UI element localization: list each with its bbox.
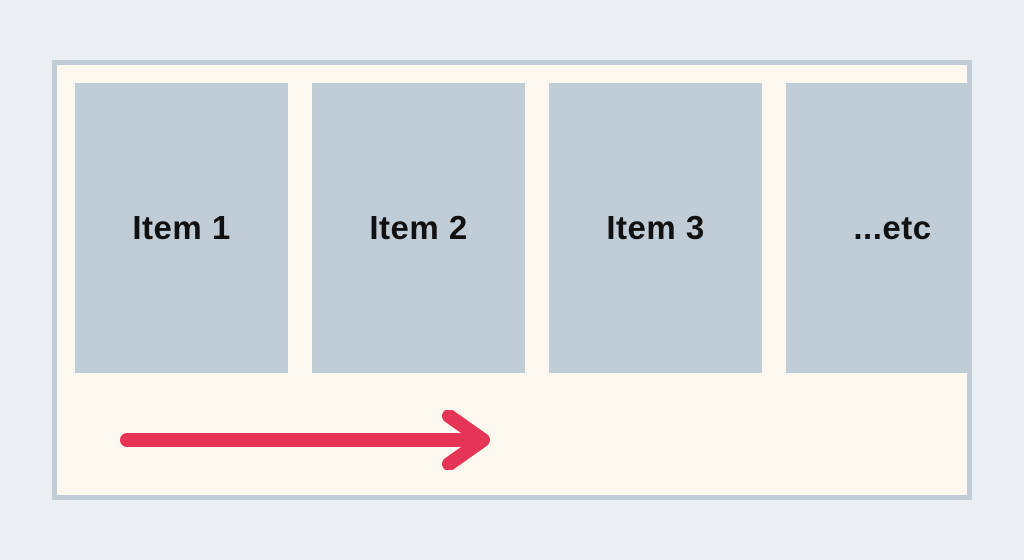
carousel-container: Item 1 Item 2 Item 3 ...etc xyxy=(52,60,972,500)
carousel-item[interactable]: Item 2 xyxy=(312,83,525,373)
carousel-track[interactable]: Item 1 Item 2 Item 3 ...etc xyxy=(75,83,967,373)
carousel-item-label: Item 3 xyxy=(606,209,704,247)
carousel-item-label: ...etc xyxy=(853,209,931,247)
carousel-item-label: Item 1 xyxy=(132,209,230,247)
scroll-direction-arrow-icon xyxy=(117,410,477,454)
carousel-item-overflow[interactable]: ...etc xyxy=(786,83,972,373)
diagram-canvas: Item 1 Item 2 Item 3 ...etc xyxy=(0,0,1024,560)
carousel-item-label: Item 2 xyxy=(369,209,467,247)
carousel-item[interactable]: Item 1 xyxy=(75,83,288,373)
carousel-item[interactable]: Item 3 xyxy=(549,83,762,373)
